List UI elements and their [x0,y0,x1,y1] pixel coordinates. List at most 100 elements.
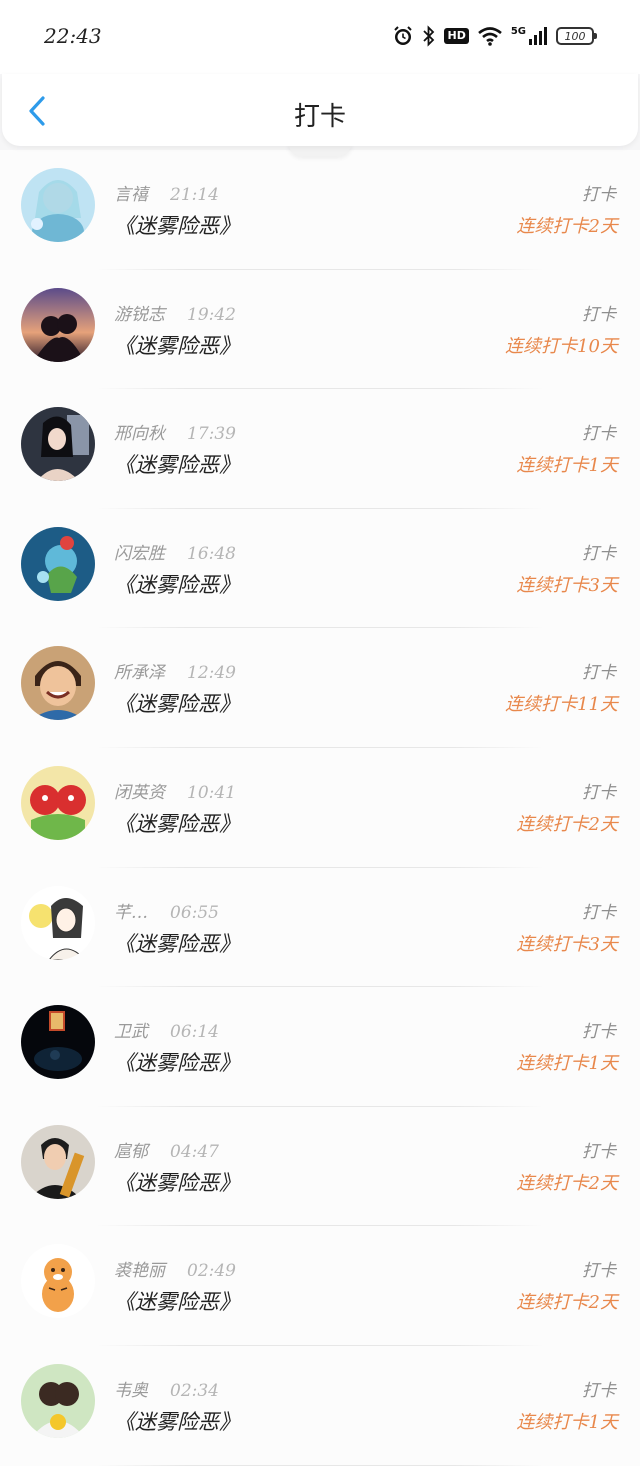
action-label: 打卡 [582,1141,616,1162]
user-meta: 闪宏胜 16:48 [114,539,236,564]
avatar [21,646,95,721]
list-item[interactable]: 扈郁 04:47 《迷雾险恶》 打卡 连续打卡2天 [0,1106,640,1227]
action-label: 打卡 [582,304,616,325]
streak-label: 连续打卡10天 [505,335,618,357]
action-label: 打卡 [582,1022,616,1043]
status-time: 22:43 [44,24,102,48]
list-item[interactable]: 游锐志 19:42 《迷雾险恶》 打卡 连续打卡10天 [0,269,640,390]
action-label: 打卡 [582,1261,616,1282]
user-meta: 扈郁 04:47 [114,1137,219,1162]
checkin-time: 06:55 [170,902,219,923]
list-item[interactable]: 裘艳丽 02:49 《迷雾险恶》 打卡 连续打卡2天 [0,1226,640,1346]
book-title: 《迷雾险恶》 [114,692,240,717]
book-title: 《迷雾险恶》 [114,214,240,238]
action-label: 打卡 [582,663,616,684]
book-title: 《迷雾险恶》 [114,333,240,358]
avatar [21,407,95,482]
user-name: 卫武 [114,1022,148,1043]
checkin-time: 12:49 [187,663,236,684]
checkin-time: 02:34 [170,1380,219,1401]
streak-label: 连续打卡3天 [516,574,618,596]
checkin-time: 04:47 [170,1141,219,1162]
book-title: 《迷雾险恶》 [114,572,240,597]
network-type-label: 5G [510,25,526,37]
list-item[interactable]: 芊… 06:55 《迷雾险恶》 打卡 连续打卡3天 [0,867,640,988]
list-item[interactable]: 闪宏胜 16:48 《迷雾险恶》 打卡 连续打卡3天 [0,508,640,629]
signal-icon [528,26,548,46]
streak-label: 连续打卡2天 [516,1172,618,1194]
user-meta: 韦奥 02:34 [114,1376,219,1401]
checkin-time: 06:14 [170,1022,219,1043]
streak-label: 连续打卡2天 [516,1292,618,1314]
streak-label: 连续打卡1天 [516,455,618,477]
action-label: 打卡 [582,424,616,445]
user-name: 扈郁 [114,1141,148,1162]
app-header: 打卡 [2,74,638,146]
list-item[interactable]: 闭英资 10:41 《迷雾险恶》 打卡 连续打卡2天 [0,747,640,868]
page-title: 打卡 [293,102,346,132]
checkin-time: 21:14 [170,185,219,205]
action-label: 打卡 [582,782,616,803]
book-title: 《迷雾险恶》 [114,1290,240,1315]
hd-badge: HD [444,28,469,44]
book-title: 《迷雾险恶》 [114,1051,240,1076]
user-meta: 芊… 06:55 [114,898,219,923]
checkin-time: 16:48 [187,543,236,564]
user-name: 言禧 [114,185,148,205]
user-name: 所承泽 [114,663,165,684]
checkin-time: 02:49 [187,1261,236,1282]
action-label: 打卡 [582,1380,616,1401]
streak-label: 连续打卡1天 [516,1411,618,1433]
user-meta: 裘艳丽 02:49 [114,1256,236,1281]
book-title: 《迷雾险恶》 [114,453,240,478]
action-label: 打卡 [582,902,616,923]
user-name: 闭英资 [114,782,165,803]
user-meta: 言禧 21:14 [114,180,219,205]
user-meta: 所承泽 12:49 [114,658,236,683]
alarm-icon [392,25,414,47]
avatar [21,1244,95,1319]
list-item[interactable]: 言禧 21:14 《迷雾险恶》 打卡 连续打卡2天 [0,150,640,270]
avatar [21,526,95,601]
avatar [21,1124,95,1199]
avatar [21,885,95,960]
list-item[interactable]: 所承泽 12:49 《迷雾险恶》 打卡 连续打卡11天 [0,628,640,748]
streak-label: 连续打卡2天 [516,813,618,835]
user-name: 裘艳丽 [114,1261,165,1282]
streak-label: 连续打卡11天 [505,694,618,716]
avatar [21,287,95,362]
checkin-list: 言禧 21:14 《迷雾险恶》 打卡 连续打卡2天 游锐志 19:42 《迷雾险恶》… [0,150,640,1466]
streak-label: 连续打卡1天 [516,1053,618,1075]
checkin-time: 19:42 [187,304,236,325]
user-meta: 闭英资 10:41 [114,778,236,803]
list-item[interactable]: 卫武 06:14 《迷雾险恶》 打卡 连续打卡1天 [0,987,640,1107]
user-meta: 邢向秋 17:39 [114,419,236,444]
user-meta: 卫武 06:14 [114,1017,219,1042]
streak-label: 连续打卡2天 [516,216,618,237]
status-icons: HD 5G 100 [392,22,597,50]
action-label: 打卡 [582,185,616,205]
battery-indicator: 100 [556,27,597,45]
wifi-icon [477,25,503,47]
user-name: 闪宏胜 [114,543,165,564]
avatar [21,168,95,242]
checkin-time: 17:39 [187,424,236,445]
user-meta: 游锐志 19:42 [114,300,236,325]
book-title: 《迷雾险恶》 [114,931,240,956]
avatar [21,765,95,840]
checkin-time: 10:41 [187,782,236,803]
user-name: 游锐志 [114,304,165,325]
avatar [21,1005,95,1080]
streak-label: 连续打卡3天 [516,933,618,955]
bluetooth-icon [422,25,436,47]
book-title: 《迷雾险恶》 [114,1409,240,1434]
list-item[interactable]: 邢向秋 17:39 《迷雾险恶》 打卡 连续打卡1天 [0,389,640,509]
book-title: 《迷雾险恶》 [114,811,240,836]
action-label: 打卡 [582,543,616,564]
user-name: 韦奥 [114,1380,148,1401]
user-name: 芊… [114,902,148,923]
avatar [21,1363,95,1438]
book-title: 《迷雾险恶》 [114,1170,240,1195]
list-item[interactable]: 韦奥 02:34 《迷雾险恶》 打卡 连续打卡1天 [0,1345,640,1466]
status-bar: 22:43 HD 5G 100 [0,0,640,74]
